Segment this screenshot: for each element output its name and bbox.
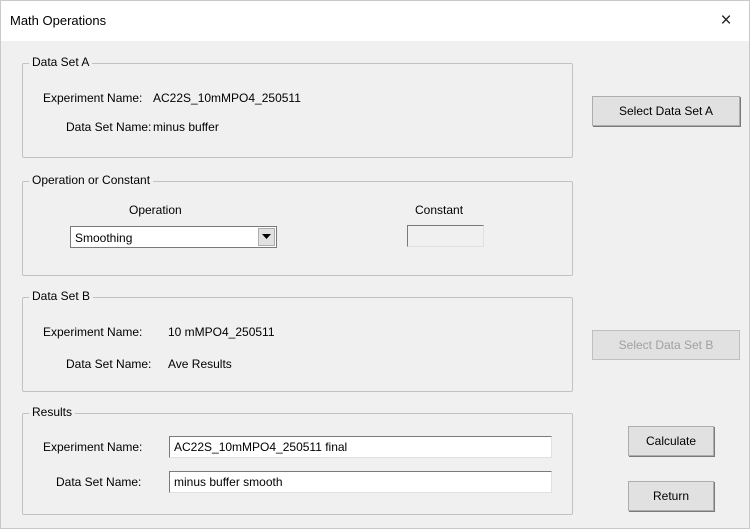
data-set-a-dataset-label: Data Set Name: (66, 120, 152, 134)
data-set-a-group: Data Set A Experiment Name: AC22S_10mMPO… (22, 55, 573, 158)
select-data-set-b-button[interactable]: Select Data Set B (592, 330, 740, 360)
results-dataset-label: Data Set Name: (56, 475, 142, 489)
constant-label: Constant (415, 203, 464, 217)
data-set-a-experiment-label: Experiment Name: (43, 91, 143, 105)
operation-label: Operation (129, 203, 182, 217)
results-dataset-input[interactable] (169, 471, 552, 493)
window-title: Math Operations (10, 13, 107, 28)
math-operations-dialog: Math Operations × Data Set A Experiment … (0, 0, 750, 529)
data-set-b-experiment-value: 10 mMPO4_250511 (168, 325, 275, 339)
close-icon[interactable]: × (703, 1, 749, 41)
operation-selected-value: Smoothing (75, 231, 133, 245)
select-data-set-a-button[interactable]: Select Data Set A (592, 96, 740, 126)
data-set-a-experiment-value: AC22S_10mMPO4_250511 (153, 91, 301, 105)
constant-input[interactable] (407, 225, 484, 247)
calculate-button[interactable]: Calculate (628, 426, 714, 456)
data-set-b-dataset-value: Ave Results (168, 357, 232, 371)
data-set-b-dataset-label: Data Set Name: (66, 357, 152, 371)
results-group: Results Experiment Name: Data Set Name: (22, 405, 573, 515)
data-set-a-dataset-value: minus buffer (153, 120, 219, 134)
operation-group: Operation or Constant Operation Smoothin… (22, 173, 573, 276)
data-set-b-legend: Data Set B (29, 289, 94, 303)
data-set-a-legend: Data Set A (29, 55, 93, 69)
data-set-b-experiment-label: Experiment Name: (43, 325, 143, 339)
results-experiment-input[interactable] (169, 436, 552, 458)
return-button[interactable]: Return (628, 481, 714, 511)
title-bar: Math Operations × (1, 1, 749, 41)
operation-dropdown[interactable]: Smoothing (70, 226, 277, 248)
chevron-down-icon[interactable] (258, 228, 275, 246)
operation-legend: Operation or Constant (29, 173, 154, 187)
results-experiment-label: Experiment Name: (43, 440, 143, 454)
data-set-b-group: Data Set B Experiment Name: 10 mMPO4_250… (22, 289, 573, 392)
results-legend: Results (29, 405, 76, 419)
